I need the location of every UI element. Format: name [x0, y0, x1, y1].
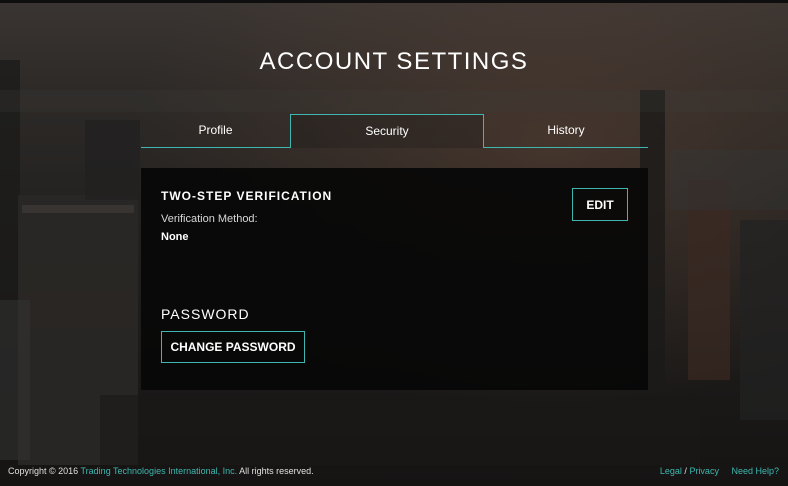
settings-tabs: Profile Security History [141, 114, 648, 148]
change-password-button[interactable]: CHANGE PASSWORD [161, 331, 305, 363]
legal-link[interactable]: Legal [660, 466, 682, 476]
tab-profile[interactable]: Profile [141, 114, 290, 148]
copyright-prefix: Copyright © 2016 [8, 466, 81, 476]
account-settings-page: ACCOUNT SETTINGS Profile Security Histor… [0, 0, 788, 486]
privacy-link[interactable]: Privacy [689, 466, 719, 476]
verification-method-value: None [161, 231, 189, 243]
security-panel: TWO-STEP VERIFICATION Verification Metho… [141, 168, 648, 390]
top-strip [0, 0, 788, 3]
copyright-suffix: All rights reserved. [237, 466, 314, 476]
verification-method-label: Verification Method: [161, 213, 258, 225]
tab-history[interactable]: History [484, 114, 648, 148]
footer-links: Legal / Privacy Need Help? [660, 466, 779, 476]
company-link[interactable]: Trading Technologies International, Inc. [81, 466, 238, 476]
tab-security[interactable]: Security [290, 114, 484, 148]
two-step-verification-heading: TWO-STEP VERIFICATION [161, 189, 333, 203]
need-help-link[interactable]: Need Help? [731, 466, 779, 476]
edit-button[interactable]: EDIT [572, 188, 628, 221]
copyright-text: Copyright © 2016 Trading Technologies In… [8, 466, 314, 476]
footer: Copyright © 2016 Trading Technologies In… [0, 456, 788, 486]
password-heading: PASSWORD [161, 306, 250, 322]
page-title: ACCOUNT SETTINGS [259, 48, 529, 75]
